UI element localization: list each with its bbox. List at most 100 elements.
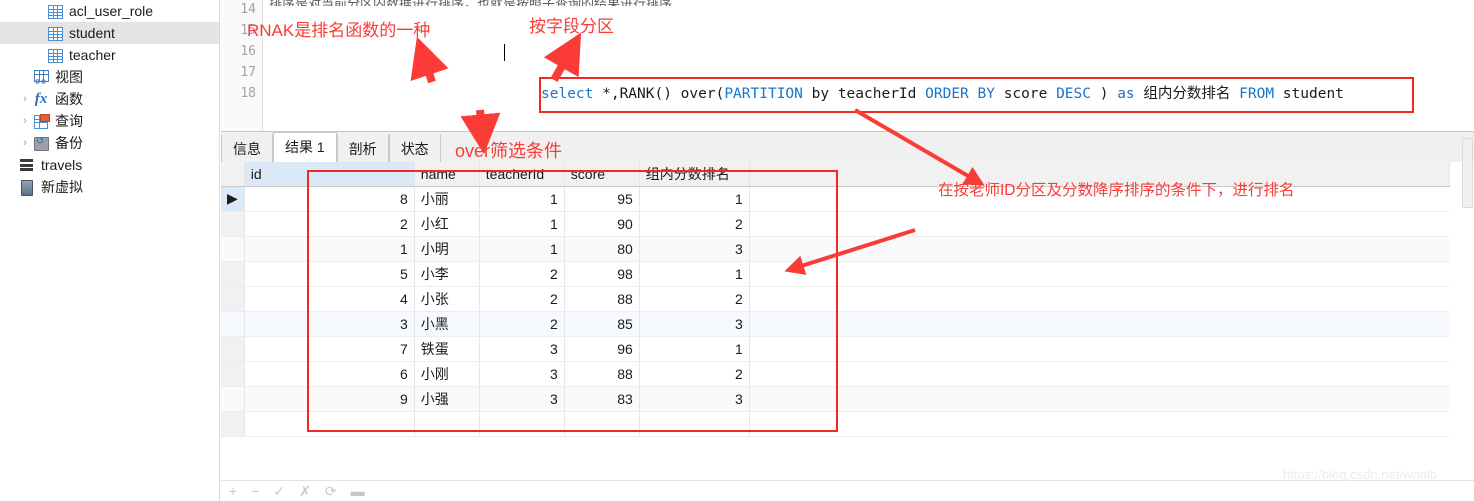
cell-teacherid[interactable]: 1: [479, 211, 565, 237]
cell-name[interactable]: 小红: [414, 211, 480, 237]
sidebar-item-3[interactable]: › 视图: [0, 66, 219, 88]
expand-chevron-icon: ›: [4, 181, 18, 193]
cell-score[interactable]: 96: [564, 336, 640, 362]
sidebar-item-7[interactable]: › travels: [0, 154, 219, 176]
grid-toolbar-button-2[interactable]: ✓: [273, 483, 285, 500]
cell-teacherid[interactable]: 3: [479, 336, 565, 362]
row-header[interactable]: [221, 211, 245, 237]
tab-2[interactable]: 剖析: [336, 134, 389, 163]
cell-rank[interactable]: 3: [639, 311, 750, 337]
table-row[interactable]: 1 小明 1 80 3: [221, 236, 1450, 262]
cell-score[interactable]: 85: [564, 311, 640, 337]
grid-toolbar-button-1[interactable]: −: [251, 483, 259, 499]
cell-teacherid[interactable]: 1: [479, 186, 565, 212]
grid-toolbar-button-3[interactable]: ✗: [299, 483, 311, 500]
cell-name[interactable]: 小黑: [414, 311, 480, 337]
cell-rank[interactable]: 2: [639, 286, 750, 312]
cell-name[interactable]: 小张: [414, 286, 480, 312]
sidebar-item-6[interactable]: › 备份: [0, 132, 219, 154]
cell-id[interactable]: 3: [244, 311, 415, 337]
cell-score[interactable]: 83: [564, 386, 640, 412]
table-row[interactable]: 9 小强 3 83 3: [221, 386, 1450, 412]
column-header-id[interactable]: id: [244, 162, 415, 187]
cell-id[interactable]: 4: [244, 286, 415, 312]
cell-teacherid[interactable]: 2: [479, 261, 565, 287]
cell-rank[interactable]: 1: [639, 186, 750, 212]
cell-name[interactable]: 小李: [414, 261, 480, 287]
result-grid-pane[interactable]: id name teacherId score 组内分数排名 ▶ 8 小丽 1 95 1 2…: [221, 162, 1474, 480]
table-row[interactable]: 4 小张 2 88 2: [221, 286, 1450, 312]
cell-teacherid[interactable]: 3: [479, 386, 565, 412]
cell-id[interactable]: 9: [244, 386, 415, 412]
table-row[interactable]: 2 小红 1 90 2: [221, 211, 1450, 237]
sidebar-item-5[interactable]: › 查询: [0, 110, 219, 132]
cell-id[interactable]: 7: [244, 336, 415, 362]
column-header-name[interactable]: name: [414, 162, 480, 187]
cell-name[interactable]: 铁蛋: [414, 336, 480, 362]
table-row[interactable]: 5 小李 2 98 1: [221, 261, 1450, 287]
cell-name[interactable]: 小刚: [414, 361, 480, 387]
cell-teacherid[interactable]: 2: [479, 311, 565, 337]
tab-1[interactable]: 结果 1: [273, 132, 337, 163]
cell-rank[interactable]: 3: [639, 386, 750, 412]
row-header[interactable]: [221, 261, 245, 287]
grid-toolbar-button-5[interactable]: ▬: [351, 483, 365, 499]
cell-name[interactable]: 小丽: [414, 186, 480, 212]
table-row[interactable]: 3 小黑 2 85 3: [221, 311, 1450, 337]
cell-id[interactable]: 2: [244, 211, 415, 237]
cell-name[interactable]: 小强: [414, 386, 480, 412]
cell-score[interactable]: 88: [564, 286, 640, 312]
cell-score[interactable]: 90: [564, 211, 640, 237]
expand-chevron-icon[interactable]: ›: [18, 137, 32, 149]
expand-chevron-icon[interactable]: ›: [18, 115, 32, 127]
cell-filler: [749, 261, 1450, 287]
sidebar-item-4[interactable]: › fx 函数: [0, 88, 219, 110]
row-header[interactable]: [221, 311, 245, 337]
expand-chevron-icon[interactable]: ›: [18, 93, 32, 105]
grid-toolbar-button-4[interactable]: ⟳: [325, 483, 337, 500]
current-row-indicator-icon[interactable]: ▶: [221, 186, 245, 212]
cell-id[interactable]: 1: [244, 236, 415, 262]
row-header[interactable]: [221, 336, 245, 362]
cell-rank[interactable]: 1: [639, 336, 750, 362]
cell-score[interactable]: 95: [564, 186, 640, 212]
cell-teacherid[interactable]: 3: [479, 361, 565, 387]
row-header[interactable]: [221, 386, 245, 412]
cell-filler: [749, 236, 1450, 262]
line-number: 18: [240, 86, 256, 101]
annotation-partition-note: 按字段分区: [529, 17, 614, 36]
cell-id[interactable]: 8: [244, 186, 415, 212]
column-header-score[interactable]: score: [564, 162, 640, 187]
tab-3[interactable]: 状态: [388, 134, 441, 163]
cell-teacherid[interactable]: 2: [479, 286, 565, 312]
cell-rank[interactable]: 3: [639, 236, 750, 262]
column-header-teacherid[interactable]: teacherId: [479, 162, 565, 187]
grid-toolbar-button-0[interactable]: +: [229, 483, 237, 499]
table-icon: [46, 47, 64, 63]
cell-score[interactable]: 80: [564, 236, 640, 262]
cell-rank[interactable]: 2: [639, 361, 750, 387]
cell-name[interactable]: 小明: [414, 236, 480, 262]
sidebar-item-2[interactable]: › teacher: [0, 44, 219, 66]
cell-rank[interactable]: 2: [639, 211, 750, 237]
table-row[interactable]: 7 铁蛋 3 96 1: [221, 336, 1450, 362]
vertical-scrollbar-thumb[interactable]: [1462, 138, 1473, 208]
cell-score[interactable]: 98: [564, 261, 640, 287]
cell-id[interactable]: 6: [244, 361, 415, 387]
table-row-empty: [221, 411, 1450, 437]
cell-score[interactable]: 88: [564, 361, 640, 387]
sidebar-item-8[interactable]: › 新虚拟: [0, 176, 219, 198]
row-header[interactable]: [221, 286, 245, 312]
line-number: 17: [240, 65, 256, 80]
column-header-rank[interactable]: 组内分数排名: [639, 162, 750, 187]
row-header[interactable]: [221, 236, 245, 262]
cell-id[interactable]: 5: [244, 261, 415, 287]
cell-teacherid[interactable]: 1: [479, 236, 565, 262]
tab-0[interactable]: 信息: [221, 134, 273, 163]
sidebar-item-1[interactable]: › student: [0, 22, 219, 44]
text-caret: [504, 44, 505, 61]
table-row[interactable]: 6 小刚 3 88 2: [221, 361, 1450, 387]
sidebar-item-0[interactable]: › acl_user_role: [0, 0, 219, 22]
row-header[interactable]: [221, 361, 245, 387]
cell-rank[interactable]: 1: [639, 261, 750, 287]
